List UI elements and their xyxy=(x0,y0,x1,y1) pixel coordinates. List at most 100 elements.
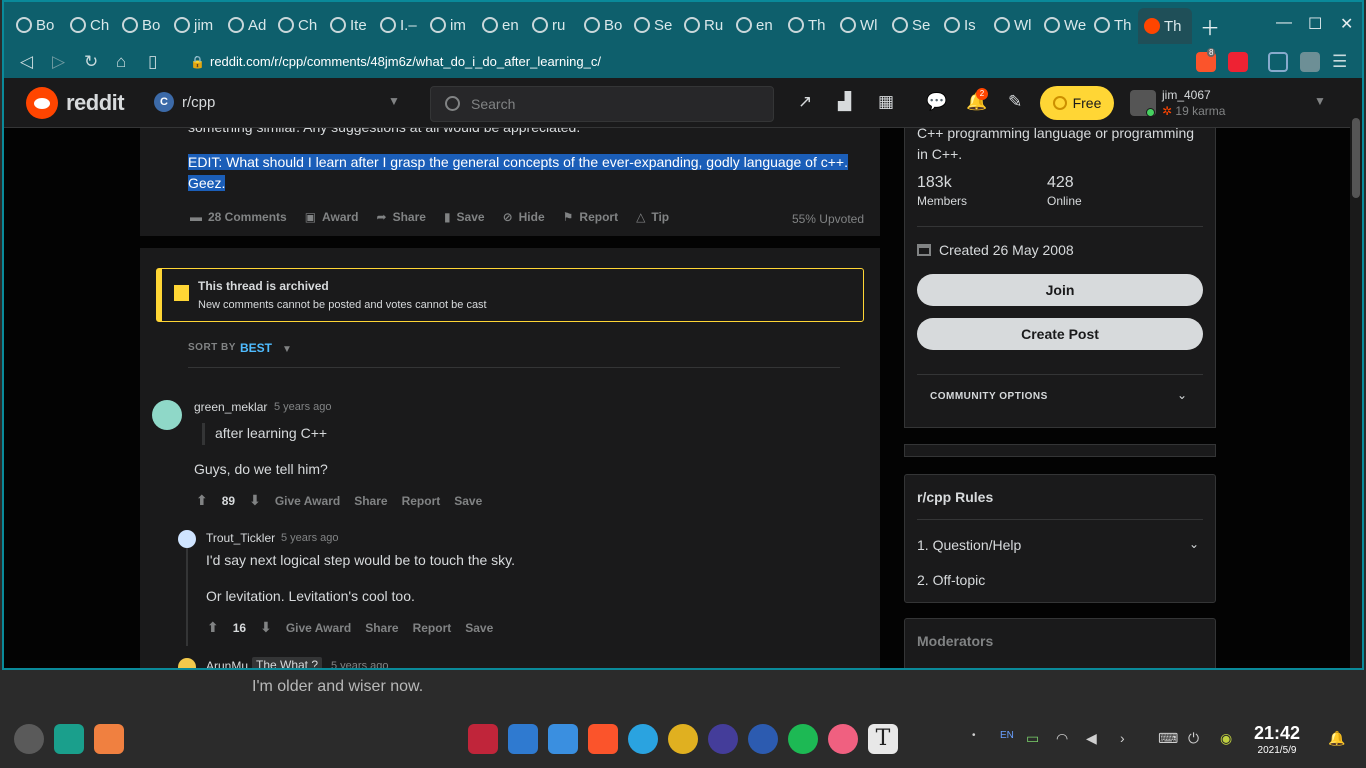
comment-time[interactable]: 5 years ago xyxy=(281,532,338,544)
brave-icon[interactable] xyxy=(588,724,618,754)
tab-5[interactable]: Ad xyxy=(222,12,270,38)
tab-11[interactable]: ru xyxy=(526,12,574,38)
tab-18[interactable]: Se xyxy=(886,12,934,38)
upvote-icon[interactable]: ⬆ xyxy=(207,619,219,636)
chevron-right-icon[interactable]: › xyxy=(1120,730,1125,746)
comment-time[interactable]: 5 years ago xyxy=(331,660,388,668)
avatar[interactable] xyxy=(152,400,182,430)
tray-dot-icon[interactable]: • xyxy=(972,730,976,741)
scrollbar-thumb[interactable] xyxy=(1352,118,1360,198)
tab-8[interactable]: I.– xyxy=(374,12,422,38)
volume-icon[interactable]: ◀ xyxy=(1086,730,1097,747)
app-grid-icon[interactable] xyxy=(94,724,124,754)
spotify-icon[interactable] xyxy=(788,724,818,754)
tab-7[interactable]: Ite xyxy=(324,12,372,38)
minimize-icon[interactable]: — xyxy=(1276,14,1292,32)
tip-button[interactable]: △ Tip xyxy=(636,210,669,224)
tab-3[interactable]: Bo xyxy=(116,12,164,38)
give-award-button[interactable]: Give Award xyxy=(286,621,351,635)
tab-15[interactable]: en xyxy=(730,12,778,38)
new-tab-icon[interactable]: ＋ xyxy=(1200,12,1220,41)
tab-2[interactable]: Ch xyxy=(64,12,110,38)
downvote-icon[interactable]: ⬇ xyxy=(249,492,261,509)
tab-13[interactable]: Se xyxy=(628,12,676,38)
hide-button[interactable]: ⊘ Hide xyxy=(503,210,545,224)
comment-author[interactable]: ArunMu xyxy=(206,659,248,668)
share-button[interactable]: ➦ Share xyxy=(377,210,426,224)
keyboard-layout[interactable]: EN xyxy=(1000,730,1014,741)
user-menu[interactable]: jim_4067 ✲ 19 karma ▼ xyxy=(1130,86,1340,120)
tab-16[interactable]: Th xyxy=(782,12,830,38)
create-post-icon[interactable]: ✎ xyxy=(1008,92,1022,112)
forward-icon[interactable]: ▷ xyxy=(52,52,65,72)
save-button[interactable]: ▮ Save xyxy=(444,210,485,224)
settings-icon[interactable] xyxy=(748,724,778,754)
comment-author[interactable]: Trout_Tickler xyxy=(206,531,275,545)
keyboard-icon[interactable]: ⌨ xyxy=(1158,730,1178,747)
community-options-toggle[interactable]: COMMUNITY OPTIONS xyxy=(930,391,1048,402)
react-devtools-icon[interactable] xyxy=(1268,52,1288,72)
tab-6[interactable]: Ch xyxy=(272,12,320,38)
report-button[interactable]: Report xyxy=(402,494,441,508)
tab-9[interactable]: im xyxy=(424,12,472,38)
report-button[interactable]: ⚑ Report xyxy=(563,210,618,224)
popular-icon[interactable]: ↗ xyxy=(798,92,812,112)
free-coins-button[interactable]: Free xyxy=(1040,86,1114,120)
comments-button[interactable]: ▬ 28 Comments xyxy=(190,210,287,224)
clock[interactable]: 21:42 2021/5/9 xyxy=(1254,724,1300,760)
search-input[interactable]: Search xyxy=(430,86,774,122)
home-icon[interactable]: ⌂ xyxy=(116,52,126,72)
back-icon[interactable]: ◁ xyxy=(20,52,33,72)
reddit-wordmark[interactable]: reddit xyxy=(66,90,125,116)
chevron-down-icon[interactable]: ▼ xyxy=(1314,94,1326,108)
tab-19[interactable]: Is xyxy=(938,12,986,38)
files-icon[interactable] xyxy=(548,724,578,754)
page-scrollbar[interactable] xyxy=(1350,78,1362,668)
extensions-icon[interactable] xyxy=(1300,52,1320,72)
share-button[interactable]: Share xyxy=(354,494,387,508)
video-icon[interactable]: ▦ xyxy=(878,92,894,112)
tab-17[interactable]: Wl xyxy=(834,12,882,38)
menu-icon[interactable]: ☰ xyxy=(1332,52,1347,72)
sort-dropdown[interactable]: BEST xyxy=(240,341,272,355)
multitasking-icon[interactable] xyxy=(54,724,84,754)
power-icon[interactable]: ⏻ xyxy=(1188,730,1199,747)
system-monitor-icon[interactable] xyxy=(708,724,738,754)
share-button[interactable]: Share xyxy=(365,621,398,635)
indicator-icon[interactable]: ◉ xyxy=(1220,730,1232,747)
tab-14[interactable]: Ru xyxy=(678,12,726,38)
report-button[interactable]: Report xyxy=(413,621,452,635)
tab-1[interactable]: Bo xyxy=(10,12,56,38)
address-bar[interactable]: 🔒 reddit.com/r/cpp/comments/48jm6z/what_… xyxy=(180,50,1190,74)
thread-line[interactable] xyxy=(186,548,188,646)
terminal-icon[interactable] xyxy=(468,724,498,754)
chevron-down-icon[interactable]: ⌄ xyxy=(1189,537,1199,551)
notifications-bell-icon[interactable]: 🔔 xyxy=(1328,730,1345,747)
bookmark-icon[interactable]: ▯ xyxy=(148,52,157,72)
reload-icon[interactable]: ↻ xyxy=(84,52,98,72)
tab-20[interactable]: Wl xyxy=(988,12,1036,38)
tab-active-reddit[interactable]: Th✕ xyxy=(1138,8,1192,44)
telegram-icon[interactable] xyxy=(628,724,658,754)
pinwheel-icon[interactable] xyxy=(828,724,858,754)
award-button[interactable]: ▣ Award xyxy=(305,210,359,224)
chevron-down-icon[interactable]: ⌄ xyxy=(1177,388,1187,402)
typora-icon[interactable]: T xyxy=(868,724,898,754)
rule-item[interactable]: 1. Question/Help xyxy=(917,537,1021,553)
subreddit-selector[interactable]: Cr/cpp xyxy=(154,92,215,112)
brave-rewards-icon[interactable] xyxy=(1228,52,1248,72)
save-button[interactable]: Save xyxy=(454,494,482,508)
brave-shields-icon[interactable]: 8 xyxy=(1196,48,1216,72)
tab-22[interactable]: Th xyxy=(1088,12,1136,38)
comment-author[interactable]: green_meklar xyxy=(194,400,267,414)
wifi-icon[interactable]: ◠ xyxy=(1056,730,1068,747)
rule-item[interactable]: 2. Off-topic xyxy=(917,572,985,588)
vscode-icon[interactable] xyxy=(508,724,538,754)
chat-icon[interactable]: 💬 xyxy=(926,92,947,112)
stats-icon[interactable]: ▟ xyxy=(838,92,851,112)
chrome-icon[interactable] xyxy=(668,724,698,754)
avatar[interactable] xyxy=(178,530,196,548)
chevron-down-icon[interactable]: ▼ xyxy=(388,94,400,108)
comment-time[interactable]: 5 years ago xyxy=(274,401,331,413)
create-post-button[interactable]: Create Post xyxy=(917,318,1203,350)
